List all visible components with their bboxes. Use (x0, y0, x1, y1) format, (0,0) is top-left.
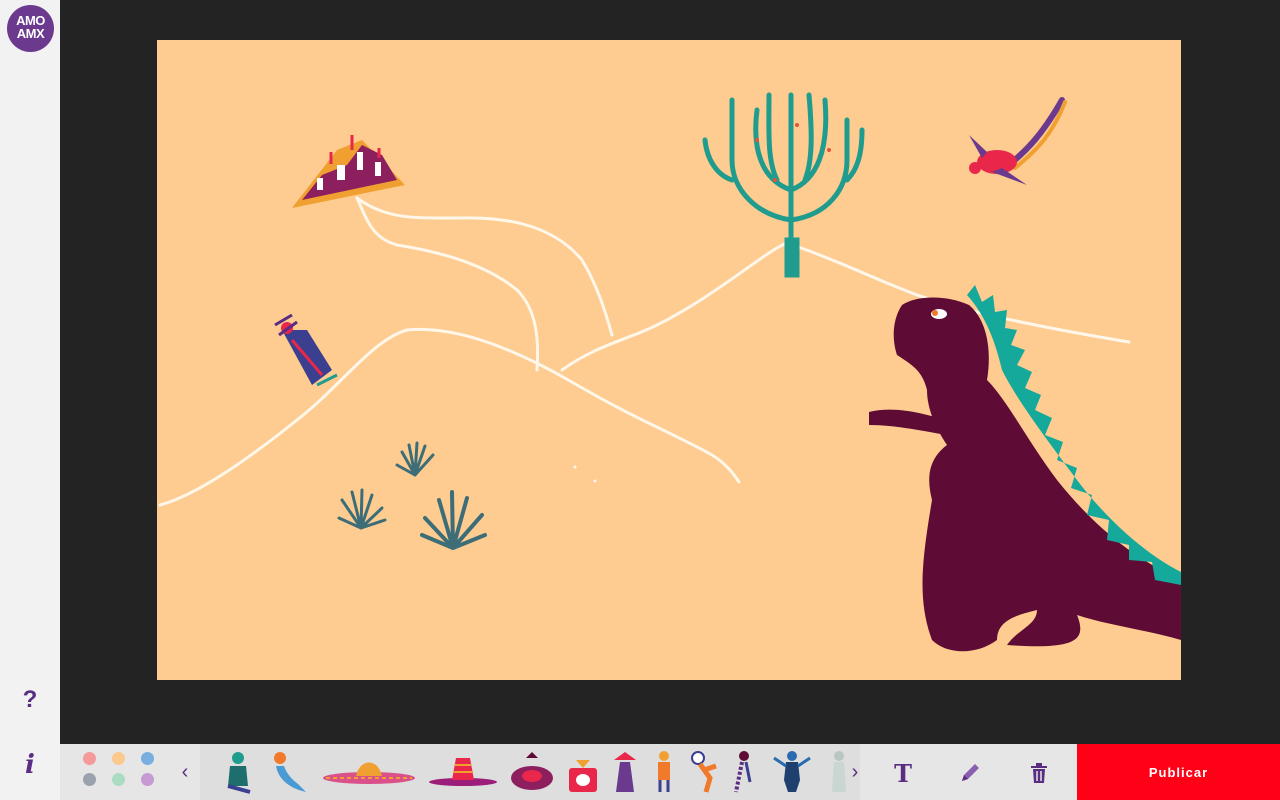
agave-medium-sticker[interactable] (337, 488, 387, 530)
publish-button[interactable]: Publicar (1077, 744, 1280, 800)
sticker-sombrero-wide[interactable] (322, 748, 416, 796)
sticker-sombrero-purple[interactable] (428, 748, 498, 796)
color-swatch-mint[interactable] (112, 773, 125, 786)
sticker-lantern-purple[interactable] (610, 748, 640, 796)
sticker-prev-button[interactable]: ‹ (175, 756, 195, 788)
pencil-tool-button[interactable] (953, 756, 987, 790)
sticker-sombrero-top-view[interactable] (510, 748, 554, 796)
drawn-hill-right (560, 241, 1131, 372)
sticker-luchador-blue[interactable] (770, 748, 814, 796)
delete-tool-button[interactable] (1022, 756, 1056, 790)
agave-large-sticker[interactable] (420, 490, 487, 550)
sticker-sitting-person[interactable] (218, 748, 258, 796)
color-swatch-red[interactable] (83, 752, 96, 765)
color-swatch-peach[interactable] (112, 752, 125, 765)
text-tool-button[interactable]: T (886, 756, 920, 790)
left-sidebar: AMO AMX ? i (0, 0, 60, 800)
sticker-astronaut-floating[interactable] (688, 748, 720, 796)
amo-mx-logo[interactable]: AMO AMX (7, 5, 54, 52)
sticker-braided-woman[interactable] (730, 748, 756, 796)
drawn-hill-left (158, 327, 741, 507)
logo-line2: AMX (16, 26, 45, 41)
sticker-next-button[interactable]: › (845, 756, 865, 788)
agave-small-sticker[interactable] (395, 441, 435, 477)
text-tool-icon: T (894, 758, 912, 788)
canvas-artwork (158, 92, 1181, 652)
drawn-path-1 (355, 196, 540, 372)
drawing-canvas[interactable] (157, 40, 1181, 680)
color-swatch-gray[interactable] (83, 773, 96, 786)
color-swatch-blue[interactable] (141, 752, 154, 765)
cactus-sticker[interactable] (702, 92, 865, 278)
woman-sticker[interactable] (274, 313, 338, 387)
color-swatch-lilac[interactable] (141, 773, 154, 786)
trash-icon (1031, 763, 1047, 783)
kaiju-sticker[interactable] (869, 285, 1181, 652)
info-button[interactable]: i (14, 748, 46, 780)
bottom-toolbar: ‹ › T (60, 744, 1077, 800)
sticker-astronaut-small[interactable] (652, 748, 676, 796)
town-sticker[interactable] (292, 135, 405, 208)
sticker-mermaid[interactable] (268, 748, 310, 796)
flying-figure-sticker[interactable] (969, 97, 1067, 185)
help-button[interactable]: ? (14, 684, 46, 716)
drawn-path-2 (355, 196, 614, 337)
sticker-tray: ‹ › (182, 744, 860, 800)
pencil-icon (962, 764, 979, 781)
sticker-scale-red[interactable] (566, 748, 600, 796)
